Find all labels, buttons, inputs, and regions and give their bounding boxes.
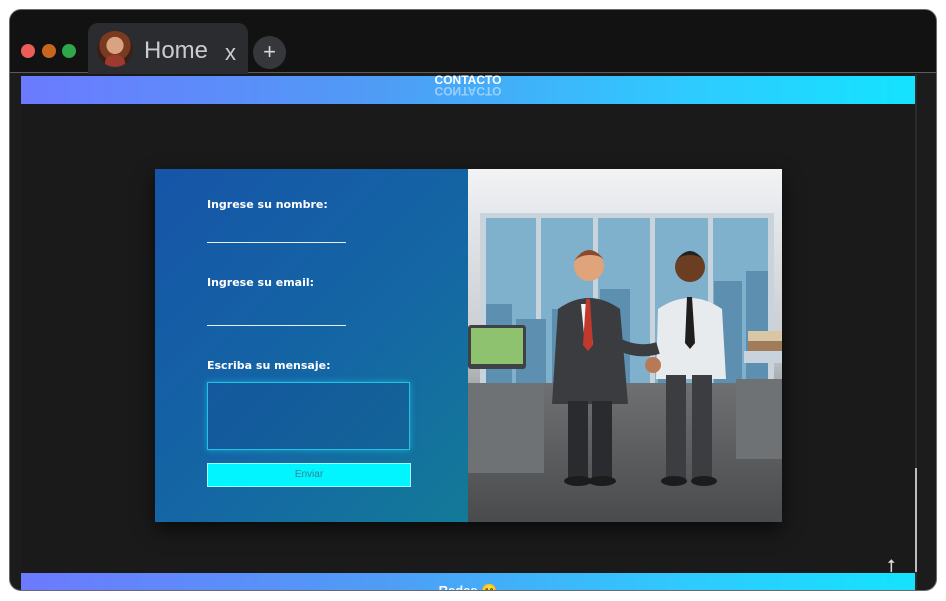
title-bar: Home x + bbox=[10, 10, 936, 75]
monitor-screen bbox=[471, 328, 523, 364]
send-button[interactable]: Enviar bbox=[207, 463, 411, 487]
name-label: Ingrese su nombre: bbox=[207, 198, 328, 211]
tab-close-button[interactable]: x bbox=[225, 40, 236, 66]
social-footer-title: Redes 😄 bbox=[438, 583, 498, 591]
close-window-button[interactable] bbox=[21, 44, 35, 58]
office-handshake-image bbox=[468, 213, 782, 522]
email-field[interactable] bbox=[207, 325, 346, 326]
left-desk bbox=[468, 383, 544, 473]
tab-home[interactable]: Home x bbox=[88, 23, 248, 75]
contact-card: Ingrese su nombre: Ingrese su email: Esc… bbox=[155, 169, 782, 522]
contact-form: Ingrese su nombre: Ingrese su email: Esc… bbox=[155, 169, 468, 522]
page-viewport: CONTACTO CONTACTO Ingrese su nombre: Ing… bbox=[21, 74, 917, 591]
email-label: Ingrese su email: bbox=[207, 276, 315, 289]
tab-title: Home bbox=[144, 37, 209, 64]
maximize-window-button[interactable] bbox=[62, 44, 76, 58]
handshake-illustration bbox=[468, 169, 782, 522]
scrollbar[interactable] bbox=[915, 74, 917, 590]
contact-header: CONTACTO CONTACTO bbox=[21, 74, 915, 104]
header-title-reflection: CONTACTO bbox=[434, 84, 502, 98]
new-tab-button[interactable]: + bbox=[253, 36, 286, 69]
browser-window: Home x + CONTACTO CONTACTO Ingrese su no… bbox=[9, 9, 937, 591]
message-label: Escriba su mensaje: bbox=[207, 359, 331, 372]
message-textarea[interactable] bbox=[207, 382, 410, 450]
scroll-to-top-icon[interactable]: ⭡ bbox=[887, 556, 895, 577]
scrollbar-thumb[interactable] bbox=[915, 468, 917, 572]
profile-avatar-icon bbox=[97, 31, 133, 67]
file-stack bbox=[748, 331, 782, 341]
social-footer: Redes 😄 bbox=[21, 573, 915, 591]
minimize-window-button[interactable] bbox=[42, 44, 56, 58]
right-desk bbox=[736, 379, 782, 459]
name-field[interactable] bbox=[207, 242, 346, 243]
